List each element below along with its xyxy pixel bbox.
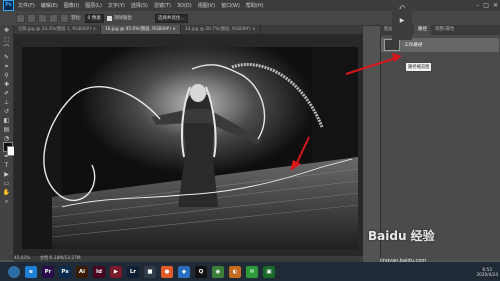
shape-tool-icon[interactable]: ▭ — [2, 180, 11, 187]
zoom-level[interactable]: 45.61% — [14, 256, 30, 261]
history-panel-icon[interactable]: ⤺ — [395, 3, 409, 13]
play-actions-icon[interactable]: ▶ — [395, 16, 409, 26]
doc-tab-3[interactable]: 14.jpg @ 20.7%(图层, RGB/8#) × — [181, 25, 261, 34]
doc-tab-1[interactable]: 豆邪.jpg @ 33.3%(图层 1, RGB/8#) × — [14, 25, 102, 34]
clock-date: 2020/4/24 — [476, 271, 498, 277]
intersect-selection-icon[interactable] — [60, 13, 69, 23]
lasso-tool-icon[interactable]: ⌒ — [2, 45, 11, 52]
menu-window[interactable]: 窗口(W) — [221, 2, 240, 9]
taskbar-illustrator-icon[interactable]: Ai — [76, 265, 88, 278]
select-and-mask-button[interactable]: 选择并遮住... — [154, 13, 188, 23]
antialias-checkbox[interactable] — [106, 15, 112, 21]
path-select-tool-icon[interactable]: ▶ — [2, 171, 11, 178]
panel-strip: ⤺ ▶ — [392, 0, 412, 40]
crop-tool-icon[interactable]: ⌗ — [2, 63, 11, 70]
type-tool-icon[interactable]: T — [2, 162, 11, 169]
photo-figure-head — [190, 84, 206, 102]
taskbar-edge-icon[interactable]: e — [25, 265, 37, 278]
tab-paths[interactable]: 路径 — [414, 25, 431, 35]
subtract-selection-icon[interactable] — [49, 13, 58, 23]
taskbar-app-blue-icon[interactable]: ◆ — [178, 265, 190, 278]
annotation-arrow-panel — [345, 53, 402, 75]
stamp-tool-icon[interactable]: ⊥ — [2, 99, 11, 106]
taskbar-qq-icon[interactable]: Q — [195, 265, 207, 278]
eraser-tool-icon[interactable]: ◧ — [2, 117, 11, 124]
menu-edit[interactable]: 编辑(E) — [41, 2, 58, 9]
taskbar-indesign-icon[interactable]: Id — [93, 265, 105, 278]
blur-tool-icon[interactable]: ◔ — [2, 135, 11, 142]
taskbar-start-icon[interactable] — [8, 265, 20, 278]
history-brush-tool-icon[interactable]: ↺ — [2, 108, 11, 115]
gradient-tool-icon[interactable]: ▤ — [2, 126, 11, 133]
tool-preset-icon[interactable] — [16, 13, 25, 23]
taskbar-wechat-icon[interactable]: ✉ — [246, 265, 258, 278]
healing-tool-icon[interactable]: ✚ — [2, 81, 11, 88]
marquee-tool-icon[interactable]: ⬚ — [2, 36, 11, 43]
zoom-tool-icon[interactable]: ⌕ — [2, 198, 11, 205]
menu-image[interactable]: 图像(I) — [64, 2, 79, 9]
hand-tool-icon[interactable]: ✋ — [2, 189, 11, 196]
feather-input[interactable]: 0 像素 — [84, 13, 104, 23]
tab-adjustments[interactable]: 调整/属性 — [431, 25, 459, 35]
maximize-button[interactable]: □ — [483, 2, 489, 9]
menu-help[interactable]: 帮助(H) — [246, 2, 264, 9]
taskbar-lightroom-icon[interactable]: Lr — [127, 265, 139, 278]
menu-file[interactable]: 文件(F) — [18, 2, 35, 9]
system-tray: 6:53 2020/4/24 — [477, 262, 498, 281]
taskbar-premiere-icon[interactable]: Pr — [42, 265, 54, 278]
antialias-label: 消除锯齿 — [113, 16, 132, 21]
menu-view[interactable]: 视图(V) — [198, 2, 215, 9]
new-selection-icon[interactable] — [27, 13, 36, 23]
feather-label: 羽化: — [71, 16, 82, 21]
menu-layer[interactable]: 图层(L) — [85, 2, 102, 9]
eyedropper-tool-icon[interactable]: ⚲ — [2, 72, 11, 79]
taskbar-app-colorful-icon[interactable]: ● — [161, 265, 173, 278]
close-button[interactable]: ✕ — [493, 2, 498, 9]
taskbar: e Pr Ps Ai Id ▶ Lr ■ ● ◆ Q ◉ ◐ ✉ ▣ — [0, 262, 500, 281]
taskbar-photoshop-icon[interactable]: Ps — [59, 265, 71, 278]
menu-bar: Ps 文件(F) 编辑(E) 图像(I) 图层(L) 文字(Y) 选择(S) 滤… — [0, 0, 500, 11]
menu-select[interactable]: 选择(S) — [131, 2, 148, 9]
menu-type[interactable]: 文字(Y) — [108, 2, 125, 9]
window-controls: – □ ✕ — [476, 0, 498, 11]
document-tabs: 豆邪.jpg @ 33.3%(图层 1, RGB/8#) × 16.jpg @ … — [14, 25, 363, 34]
photoshop-logo-icon: Ps — [3, 0, 14, 11]
taskbar-app-orange-icon[interactable]: ◐ — [229, 265, 241, 278]
taskbar-media-player-icon[interactable]: ▶ — [110, 265, 122, 278]
move-tool-icon[interactable]: ✥ — [2, 27, 11, 34]
doc-size: 文档:6.18M/13.27M — [39, 256, 81, 261]
path-name[interactable]: 工作路径 — [404, 42, 422, 48]
quick-select-tool-icon[interactable]: ✎ — [2, 54, 11, 61]
document-canvas[interactable] — [22, 47, 358, 249]
clock[interactable]: 6:53 2020/4/24 — [477, 267, 498, 277]
taskbar-video-icon[interactable]: ■ — [144, 265, 156, 278]
baidu-watermark: Baidu 经验 — [368, 229, 435, 243]
options-bar: 羽化: 0 像素 消除锯齿 选择并遮住... — [0, 11, 500, 26]
brush-tool-icon[interactable]: ✐ — [2, 90, 11, 97]
doc-tab-2[interactable]: 16.jpg @ 45.6%(图层, RGB/8#) × — [101, 25, 181, 34]
menu-3d[interactable]: 3D(D) — [177, 3, 192, 9]
add-selection-icon[interactable] — [38, 13, 47, 23]
menu-filter[interactable]: 滤镜(T) — [154, 2, 171, 9]
taskbar-chrome-icon[interactable]: ◉ — [212, 265, 224, 278]
minimize-button[interactable]: – — [476, 2, 479, 9]
taskbar-app-green-icon[interactable]: ▣ — [263, 265, 275, 278]
